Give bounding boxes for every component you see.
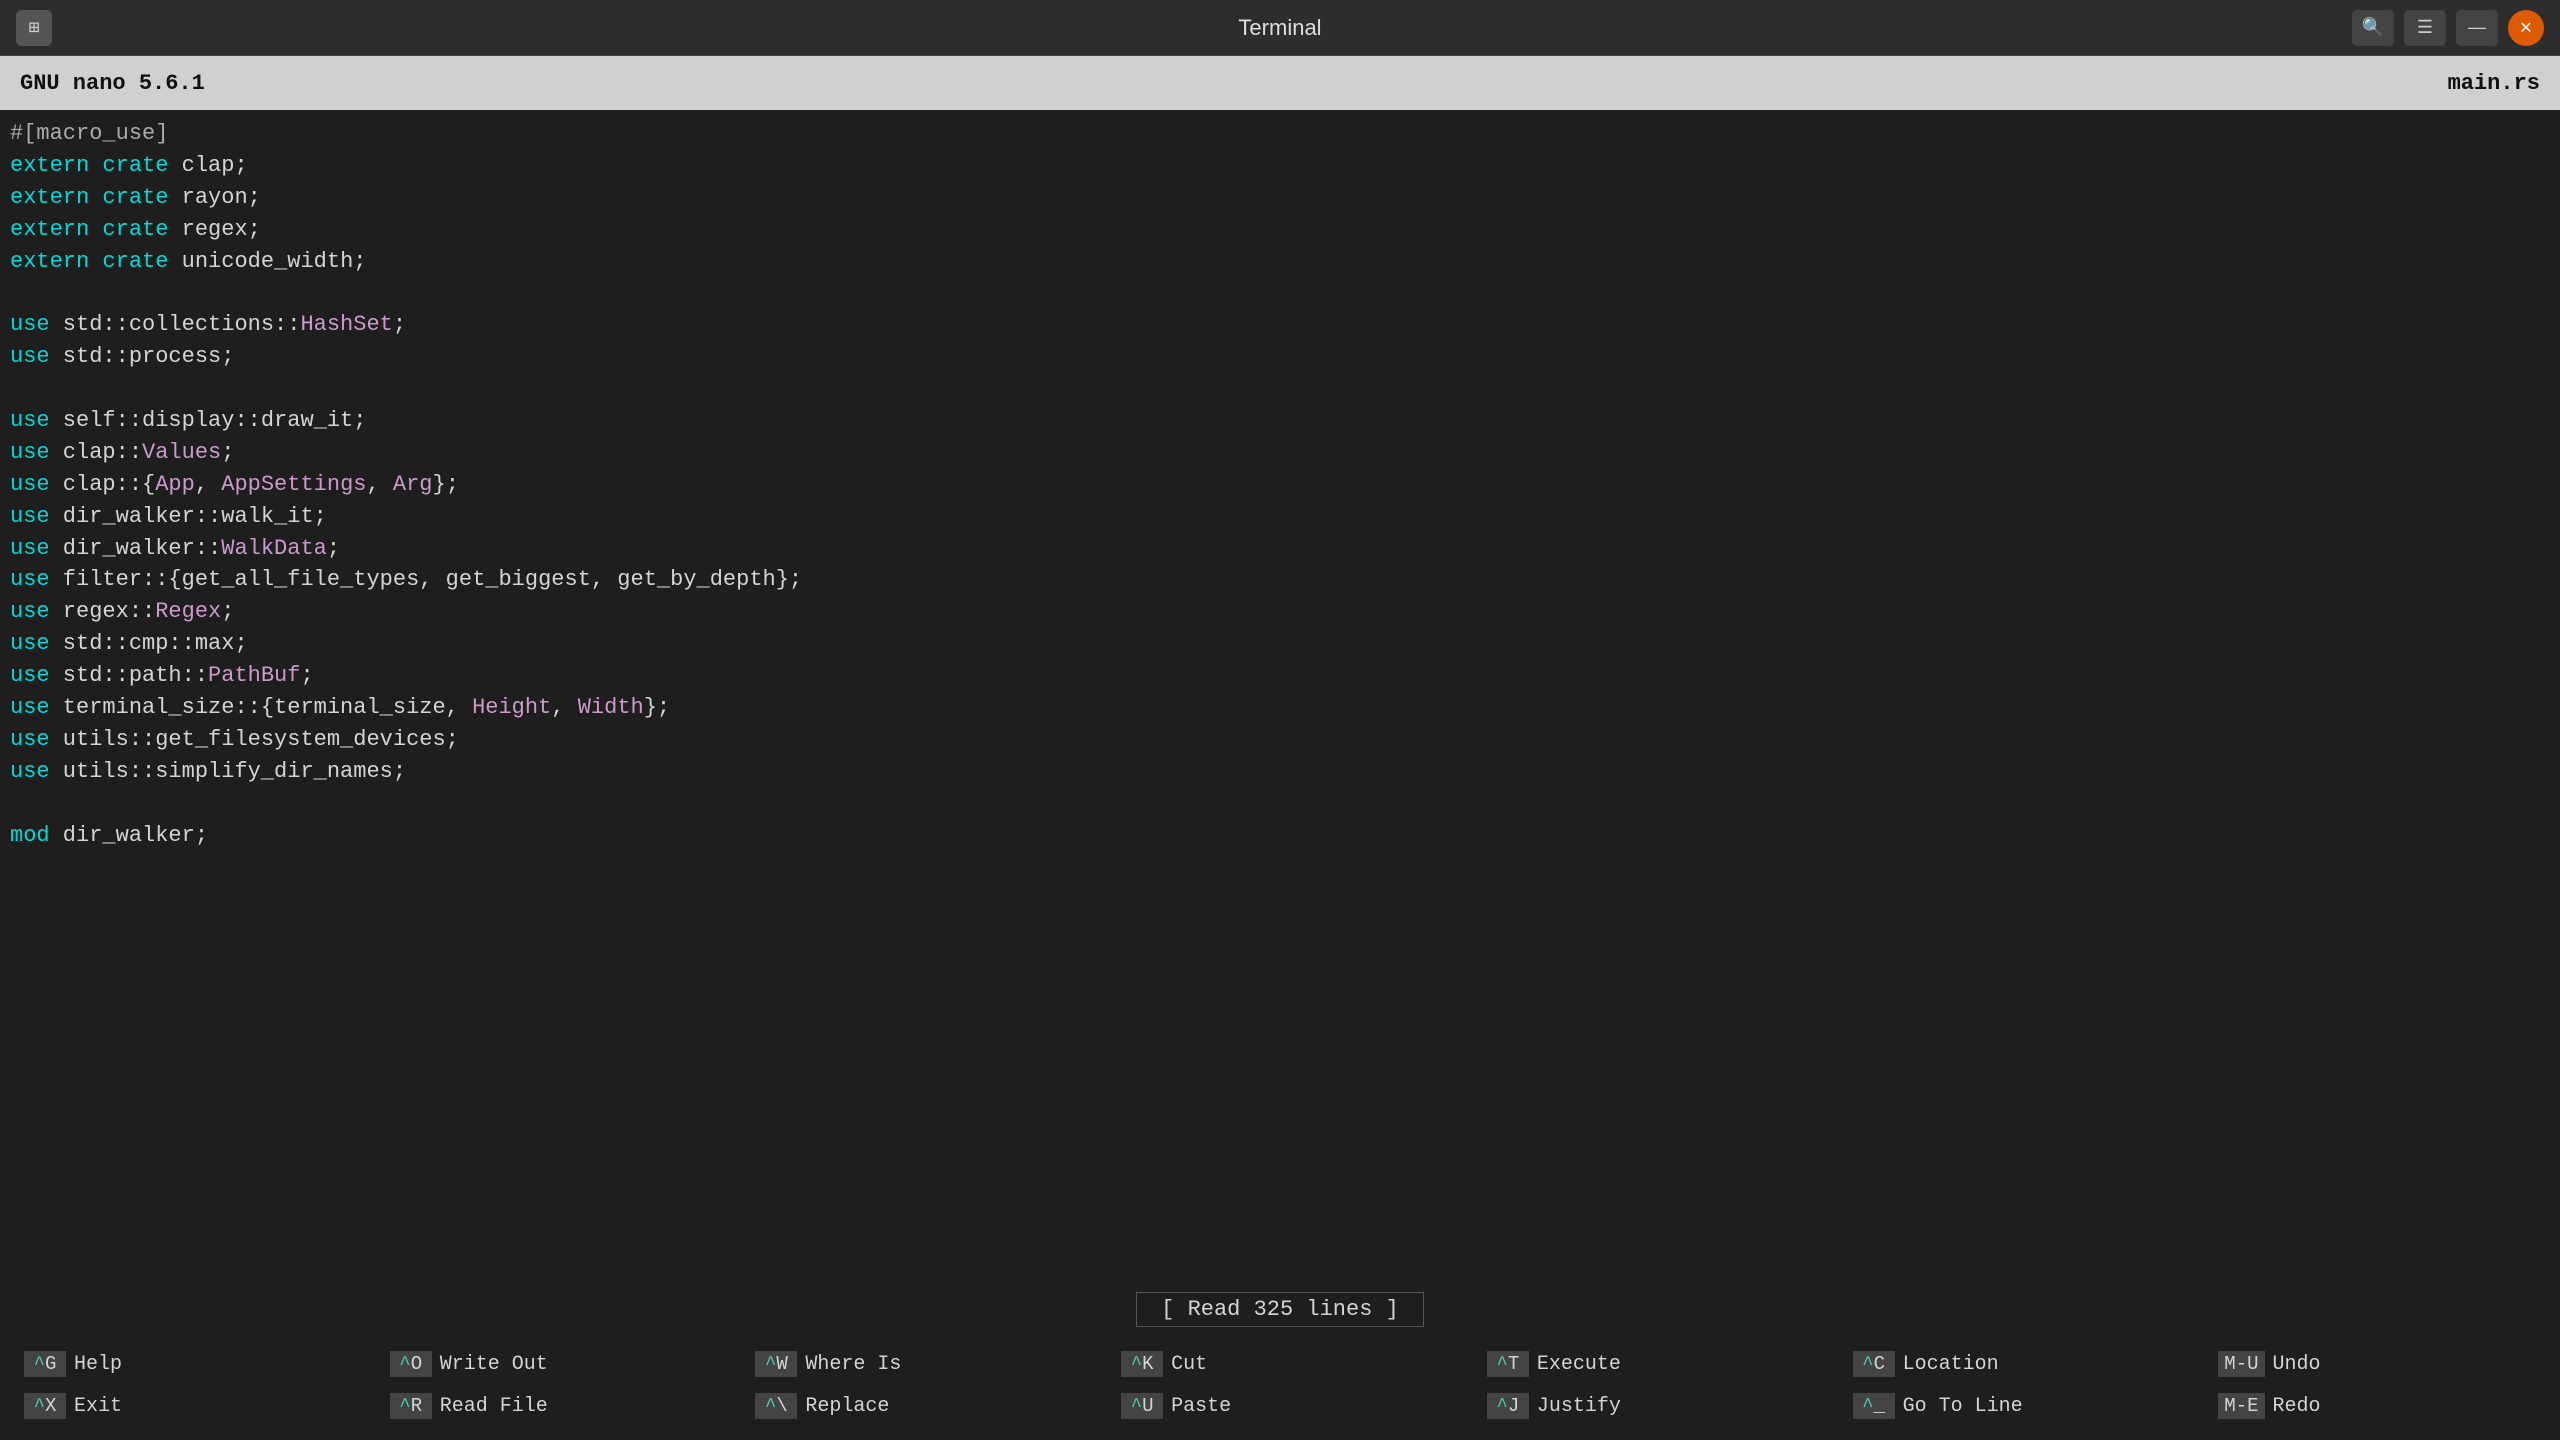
shortcut-item[interactable]: ^U Paste	[1107, 1387, 1453, 1425]
code-line: use regex::Regex;	[10, 596, 2550, 628]
shortcut-label: Justify	[1537, 1395, 1621, 1418]
shortcut-label: Replace	[805, 1395, 889, 1418]
shortcut-col-6: M-U Undo M-E Redo	[2194, 1330, 2560, 1440]
shortcut-key: ^O	[390, 1351, 432, 1377]
code-line: extern crate regex;	[10, 214, 2550, 246]
shortcut-label: Read File	[440, 1395, 548, 1418]
shortcut-item[interactable]: ^J Justify	[1473, 1387, 1819, 1425]
search-button[interactable]: 🔍	[2352, 10, 2394, 46]
shortcut-col-0: ^G Help ^X Exit	[0, 1330, 366, 1440]
shortcut-key: M-U	[2218, 1351, 2264, 1377]
shortcut-item[interactable]: ^X Exit	[10, 1387, 356, 1425]
shortcut-item[interactable]: ^_ Go To Line	[1839, 1387, 2185, 1425]
shortcut-label: Write Out	[440, 1353, 548, 1376]
code-line: use std::collections::HashSet;	[10, 309, 2550, 341]
shortcut-label: Go To Line	[1903, 1395, 2023, 1418]
shortcut-label: Redo	[2273, 1395, 2321, 1418]
shortcut-item[interactable]: ^K Cut	[1107, 1345, 1453, 1383]
nano-version: GNU nano 5.6.1	[20, 71, 205, 96]
code-line: mod dir_walker;	[10, 820, 2550, 852]
titlebar-controls: 🔍 ☰ — ✕	[2352, 10, 2544, 46]
shortcut-key: ^K	[1121, 1351, 1163, 1377]
shortcut-label: Paste	[1171, 1395, 1231, 1418]
shortcut-col-4: ^T Execute ^J Justify	[1463, 1330, 1829, 1440]
titlebar: ⊞ Terminal 🔍 ☰ — ✕	[0, 0, 2560, 56]
code-line: extern crate clap;	[10, 150, 2550, 182]
minimize-button[interactable]: —	[2456, 10, 2498, 46]
shortcut-col-1: ^O Write Out ^R Read File	[366, 1330, 732, 1440]
shortcut-item[interactable]: M-E Redo	[2204, 1387, 2550, 1425]
shortcut-key: ^X	[24, 1393, 66, 1419]
code-line: #[macro_use]	[10, 118, 2550, 150]
close-button[interactable]: ✕	[2508, 10, 2544, 46]
code-line: use std::path::PathBuf;	[10, 660, 2550, 692]
editor[interactable]: #[macro_use]extern crate clap;extern cra…	[0, 110, 2560, 1288]
shortcut-key: ^_	[1853, 1393, 1895, 1419]
shortcut-col-3: ^K Cut ^U Paste	[1097, 1330, 1463, 1440]
shortcut-label: Help	[74, 1353, 122, 1376]
shortcut-label: Cut	[1171, 1353, 1207, 1376]
shortcut-key: ^R	[390, 1393, 432, 1419]
status-message: [ Read 325 lines ]	[1136, 1292, 1424, 1327]
shortcut-key: M-E	[2218, 1393, 2264, 1419]
code-line: use utils::simplify_dir_names;	[10, 756, 2550, 788]
shortcut-key: ^\	[755, 1393, 797, 1419]
code-line	[10, 788, 2550, 820]
shortcut-item[interactable]: ^O Write Out	[376, 1345, 722, 1383]
nano-header: GNU nano 5.6.1 main.rs	[0, 56, 2560, 110]
code-line	[10, 277, 2550, 309]
shortcut-item[interactable]: ^T Execute	[1473, 1345, 1819, 1383]
shortcut-item[interactable]: ^\ Replace	[741, 1387, 1087, 1425]
code-line: extern crate unicode_width;	[10, 246, 2550, 278]
shortcut-col-5: ^C Location ^_ Go To Line	[1829, 1330, 2195, 1440]
code-line: use dir_walker::walk_it;	[10, 501, 2550, 533]
shortcut-key: ^C	[1853, 1351, 1895, 1377]
titlebar-left: ⊞	[16, 10, 52, 46]
shortcut-label: Execute	[1537, 1353, 1621, 1376]
shortcut-item[interactable]: ^G Help	[10, 1345, 356, 1383]
code-line	[10, 373, 2550, 405]
shortcut-label: Where Is	[805, 1353, 901, 1376]
code-line: use clap::Values;	[10, 437, 2550, 469]
shortcut-label: Undo	[2273, 1353, 2321, 1376]
code-line: use clap::{App, AppSettings, Arg};	[10, 469, 2550, 501]
shortcut-item[interactable]: ^W Where Is	[741, 1345, 1087, 1383]
titlebar-title: Terminal	[1238, 15, 1321, 41]
status-bar: [ Read 325 lines ]	[0, 1288, 2560, 1330]
shortcut-bar: ^G Help ^X Exit ^O Write Out ^R Read File ^W Wher…	[0, 1330, 2560, 1440]
code-line: use std::process;	[10, 341, 2550, 373]
code-line: use filter::{get_all_file_types, get_big…	[10, 564, 2550, 596]
shortcut-key: ^U	[1121, 1393, 1163, 1419]
shortcut-key: ^G	[24, 1351, 66, 1377]
code-line: use utils::get_filesystem_devices;	[10, 724, 2550, 756]
code-line: use dir_walker::WalkData;	[10, 533, 2550, 565]
shortcut-item[interactable]: ^R Read File	[376, 1387, 722, 1425]
nano-filename: main.rs	[2448, 71, 2540, 96]
code-line: use self::display::draw_it;	[10, 405, 2550, 437]
menu-button[interactable]: ☰	[2404, 10, 2446, 46]
code-line: extern crate rayon;	[10, 182, 2550, 214]
shortcut-item[interactable]: M-U Undo	[2204, 1345, 2550, 1383]
shortcut-key: ^J	[1487, 1393, 1529, 1419]
shortcut-label: Location	[1903, 1353, 1999, 1376]
code-line: use std::cmp::max;	[10, 628, 2550, 660]
shortcut-key: ^T	[1487, 1351, 1529, 1377]
shortcut-item[interactable]: ^C Location	[1839, 1345, 2185, 1383]
app-icon: ⊞	[16, 10, 52, 46]
code-line: use terminal_size::{terminal_size, Heigh…	[10, 692, 2550, 724]
shortcut-label: Exit	[74, 1395, 122, 1418]
shortcut-key: ^W	[755, 1351, 797, 1377]
shortcut-col-2: ^W Where Is ^\ Replace	[731, 1330, 1097, 1440]
